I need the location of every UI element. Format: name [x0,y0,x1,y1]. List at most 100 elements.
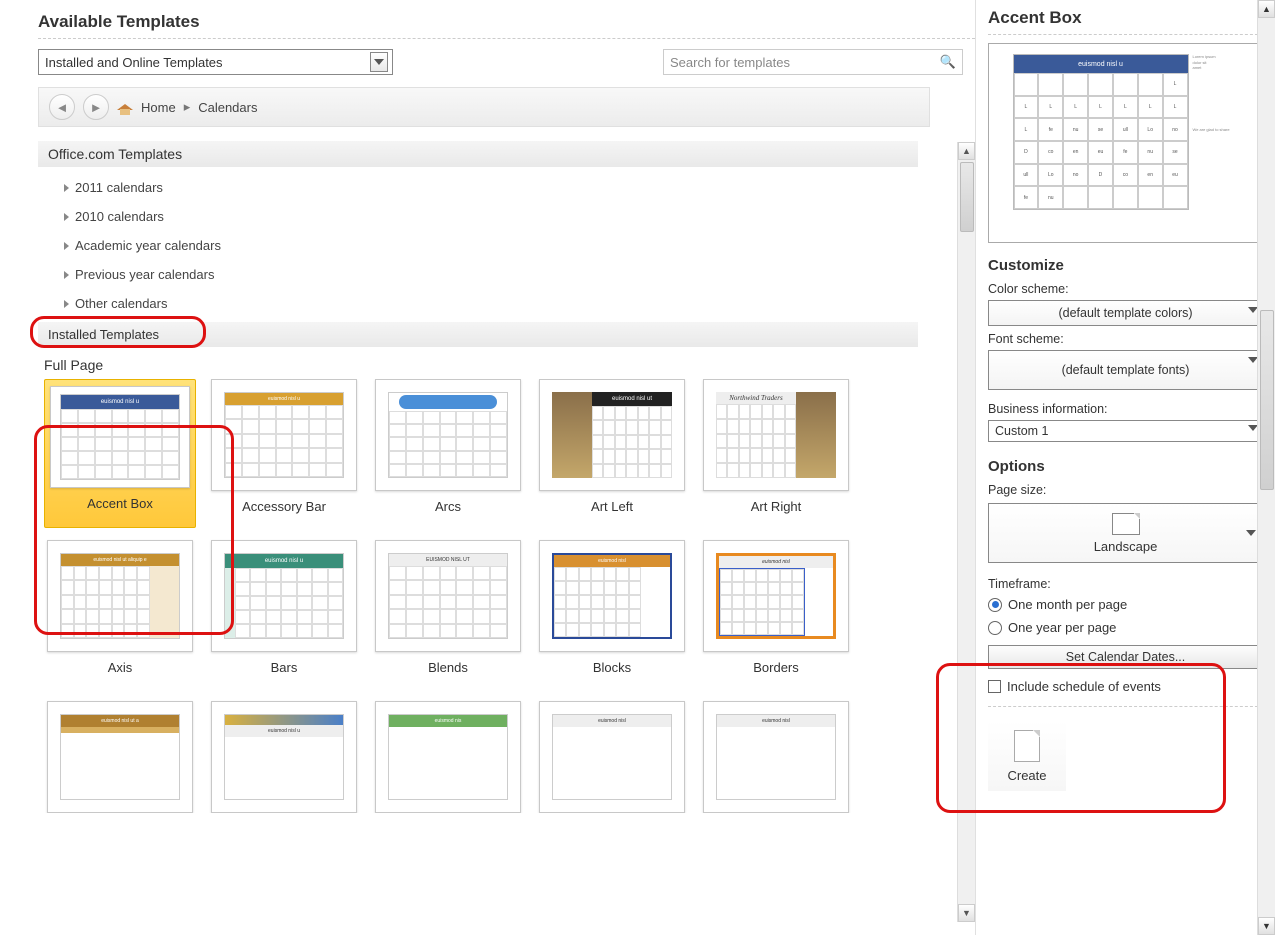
color-scheme-dropdown[interactable]: (default template colors) [988,300,1263,326]
expand-icon [64,300,69,308]
template-tile[interactable]: Northwind Traders Art Right [700,379,852,528]
template-thumb: euismod nisl u [50,386,190,488]
tree-label: 2010 calendars [75,209,164,224]
template-thumb: euismod nisl u [211,701,357,813]
template-label: Axis [108,652,133,689]
template-tile[interactable]: euismod nisl u Bars [208,540,360,689]
template-label: Accessory Bar [242,491,326,528]
radio-one-year[interactable]: One year per page [976,616,1275,639]
create-button[interactable]: Create [988,721,1066,791]
page-icon [1112,513,1140,535]
radio-icon [988,598,1002,612]
template-tile[interactable]: euismod nis [372,701,524,813]
category-tree: 2011 calendars 2010 calendars Academic y… [38,167,975,318]
breadcrumb-current[interactable]: Calendars [198,100,257,115]
tree-label: Academic year calendars [75,238,221,253]
page-size-label: Page size: [976,479,1275,499]
tree-label: 2011 calendars [75,180,163,195]
font-scheme-dropdown[interactable]: (default template fonts) [988,350,1263,390]
tree-item[interactable]: Academic year calendars [64,231,975,260]
template-thumb: euismod nisl [703,540,849,652]
include-events-checkbox[interactable]: Include schedule of events [976,675,1275,698]
right-scrollbar[interactable]: ▲ ▼ [1257,0,1275,935]
template-label: Art Left [591,491,633,528]
nav-back-button[interactable]: ◄ [49,94,75,120]
breadcrumb-home[interactable]: Home [141,100,176,115]
preview-header: euismod nisl u [1014,55,1188,73]
template-tile[interactable]: euismod nisl ut Art Left [536,379,688,528]
template-thumb: euismod nisl ut a [47,701,193,813]
nav-forward-button[interactable]: ► [83,94,109,120]
template-label: Borders [753,652,799,689]
search-placeholder: Search for templates [670,55,790,70]
tree-item[interactable]: 2010 calendars [64,202,975,231]
scroll-down-icon[interactable]: ▼ [958,904,975,922]
tree-item[interactable]: 2011 calendars [64,173,975,202]
chevron-right-icon: ▸ [184,99,191,115]
dropdown-arrow-icon[interactable] [370,52,388,72]
font-scheme-label: Font scheme: [976,328,1275,348]
customize-title: Customize [976,243,1275,278]
scroll-up-icon[interactable]: ▲ [1258,0,1275,18]
scroll-thumb[interactable] [1260,310,1274,490]
template-thumb: euismod nisl ut aliquip e [47,540,193,652]
filter-value: Installed and Online Templates [45,55,223,70]
template-tile-accent-box[interactable]: euismod nisl u Accent Box [44,379,196,528]
template-label: Arcs [435,491,461,528]
template-label: Blocks [593,652,631,689]
expand-icon [64,184,69,192]
available-templates-title: Available Templates [38,8,975,38]
left-scrollbar[interactable]: ▲ ▼ [957,142,975,922]
template-tile[interactable]: euismod nisl Borders [700,540,852,689]
search-icon[interactable]: 🔍 [940,54,956,70]
separator [38,38,975,39]
template-tile[interactable]: euismod nisl [700,701,852,813]
template-filter-dropdown[interactable]: Installed and Online Templates [38,49,393,75]
radio-icon [988,621,1002,635]
search-input[interactable]: Search for templates 🔍 [663,49,963,75]
tree-item[interactable]: Previous year calendars [64,260,975,289]
template-tile[interactable]: euismod nisl u [208,701,360,813]
template-tile[interactable]: Arcs [372,379,524,528]
template-grid: euismod nisl u Accent Box euismod nisl u… [38,379,918,813]
tree-item[interactable]: Other calendars [64,289,975,318]
template-thumb: EUISMOD NISL UT [375,540,521,652]
tree-label: Other calendars [75,296,168,311]
tree-label: Previous year calendars [75,267,214,282]
radio-label: One month per page [1008,597,1127,612]
separator [988,706,1263,707]
scroll-down-icon[interactable]: ▼ [1258,917,1275,935]
checkbox-icon [988,680,1001,693]
template-tile[interactable]: euismod nisl Blocks [536,540,688,689]
page-size-dropdown[interactable]: Landscape [988,503,1263,563]
template-tile[interactable]: EUISMOD NISL UT Blends [372,540,524,689]
template-tile[interactable]: euismod nisl ut aliquip e Axis [44,540,196,689]
template-thumb: euismod nisl [539,701,685,813]
radio-label: One year per page [1008,620,1116,635]
template-label: Bars [271,652,298,689]
template-tile[interactable]: euismod nisl u Accessory Bar [208,379,360,528]
scroll-thumb[interactable] [960,162,974,232]
set-calendar-dates-button[interactable]: Set Calendar Dates... [988,645,1263,669]
template-thumb: euismod nisl ut [539,379,685,491]
chevron-down-icon [1246,530,1256,536]
template-label: Blends [428,652,468,689]
template-thumb [375,379,521,491]
scroll-up-icon[interactable]: ▲ [958,142,975,160]
template-thumb: euismod nis [375,701,521,813]
template-thumb: euismod nisl [703,701,849,813]
expand-icon [64,213,69,221]
color-scheme-label: Color scheme: [976,278,1275,298]
business-info-value: Custom 1 [995,424,1049,438]
expand-icon [64,242,69,250]
template-tile[interactable]: euismod nisl [536,701,688,813]
template-label: Accent Box [87,488,153,525]
preview-title: Accent Box [976,0,1275,34]
radio-one-month[interactable]: One month per page [976,593,1275,616]
home-icon[interactable] [117,100,133,114]
template-tile[interactable]: euismod nisl ut a [44,701,196,813]
business-info-dropdown[interactable]: Custom 1 [988,420,1263,442]
checkbox-label: Include schedule of events [1007,679,1161,694]
template-thumb: euismod nisl u [211,379,357,491]
timeframe-label: Timeframe: [976,567,1275,593]
